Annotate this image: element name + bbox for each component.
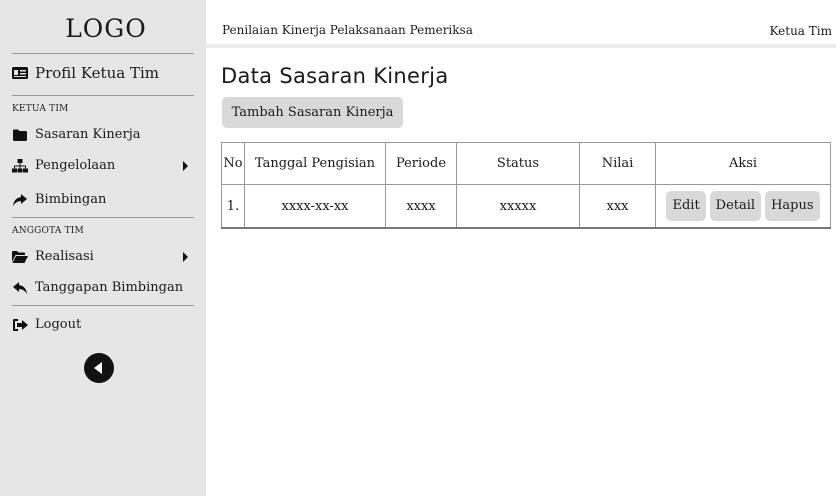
edit-button[interactable]: Edit <box>666 191 706 221</box>
user-role[interactable]: Ketua Tim <box>770 24 832 38</box>
hapus-button[interactable]: Hapus <box>765 191 820 221</box>
sidebar-item-bimbingan[interactable]: Bimbingan <box>12 192 198 207</box>
sidebar-item-label: Sasaran Kinerja <box>35 127 141 142</box>
section-label-ketua-tim: KETUA TIM <box>12 104 69 114</box>
data-table: No Tanggal Pengisian Periode Status Nila… <box>221 142 831 229</box>
column-header-no: No <box>221 142 245 185</box>
column-header-status: Status <box>456 142 580 185</box>
sidebar-item-realisasi[interactable]: Realisasi <box>12 249 198 264</box>
sidebar-item-profil[interactable]: Profil Ketua Tim <box>12 64 198 82</box>
sidebar: LOGO Profil Ketua Tim KETUA TIM Sasaran … <box>0 0 206 496</box>
caret-right-icon <box>183 251 188 262</box>
sidebar-item-tanggapan-bimbingan[interactable]: Tanggapan Bimbingan <box>12 280 198 295</box>
divider <box>12 53 194 54</box>
page-title: Data Sasaran Kinerja <box>221 64 449 88</box>
divider <box>12 305 194 306</box>
cell-no: 1. <box>221 184 245 229</box>
id-card-icon <box>12 66 28 80</box>
caret-right-icon <box>183 160 188 171</box>
column-header-aksi: Aksi <box>655 142 831 185</box>
sidebar-item-label: Pengelolaan <box>35 158 116 173</box>
app: LOGO Profil Ketua Tim KETUA TIM Sasaran … <box>0 0 836 496</box>
sign-out-icon <box>12 318 28 332</box>
header-title: Penilaian Kinerja Pelaksanaan Pemeriksa <box>222 23 473 37</box>
sidebar-item-pengelolaan[interactable]: Pengelolaan <box>12 158 198 173</box>
cell-status: xxxxx <box>456 184 580 229</box>
logout-button[interactable]: Logout <box>12 317 198 332</box>
logo: LOGO <box>65 14 147 43</box>
column-header-tanggal: Tanggal Pengisian <box>244 142 386 185</box>
sidebar-item-label: Realisasi <box>35 249 94 264</box>
table-row: 1. xxxx-xx-xx xxxx xxxxx xxx Edit Detail H… <box>221 184 831 229</box>
divider <box>12 95 194 96</box>
cell-aksi: Edit Detail Hapus <box>655 184 831 229</box>
sidebar-item-label: Profil Ketua Tim <box>35 64 159 82</box>
section-label-anggota-tim: ANGGOTA TIM <box>12 226 84 236</box>
caret-left-icon <box>94 362 102 374</box>
cell-nilai: xxx <box>579 184 656 229</box>
sidebar-item-sasaran-kinerja[interactable]: Sasaran Kinerja <box>12 127 198 142</box>
add-sasaran-kinerja-button[interactable]: Tambah Sasaran Kinerja <box>222 97 403 128</box>
sidebar-item-label: Bimbingan <box>35 192 107 207</box>
sidebar-item-label: Logout <box>35 317 82 332</box>
reply-icon <box>12 281 28 295</box>
divider <box>12 217 194 218</box>
column-header-nilai: Nilai <box>579 142 656 185</box>
share-arrow-icon <box>12 193 28 207</box>
table-header-row: No Tanggal Pengisian Periode Status Nila… <box>221 142 831 185</box>
sitemap-icon <box>12 158 28 173</box>
top-header: Penilaian Kinerja Pelaksanaan Pemeriksa … <box>206 0 836 48</box>
column-header-periode: Periode <box>385 142 457 185</box>
cell-tanggal: xxxx-xx-xx <box>244 184 386 229</box>
folder-open-icon <box>12 250 28 264</box>
detail-button[interactable]: Detail <box>709 191 762 221</box>
folder-icon <box>12 128 28 142</box>
sidebar-item-label: Tanggapan Bimbingan <box>35 280 184 295</box>
cell-periode: xxxx <box>385 184 457 229</box>
collapse-sidebar-button[interactable] <box>84 353 114 383</box>
